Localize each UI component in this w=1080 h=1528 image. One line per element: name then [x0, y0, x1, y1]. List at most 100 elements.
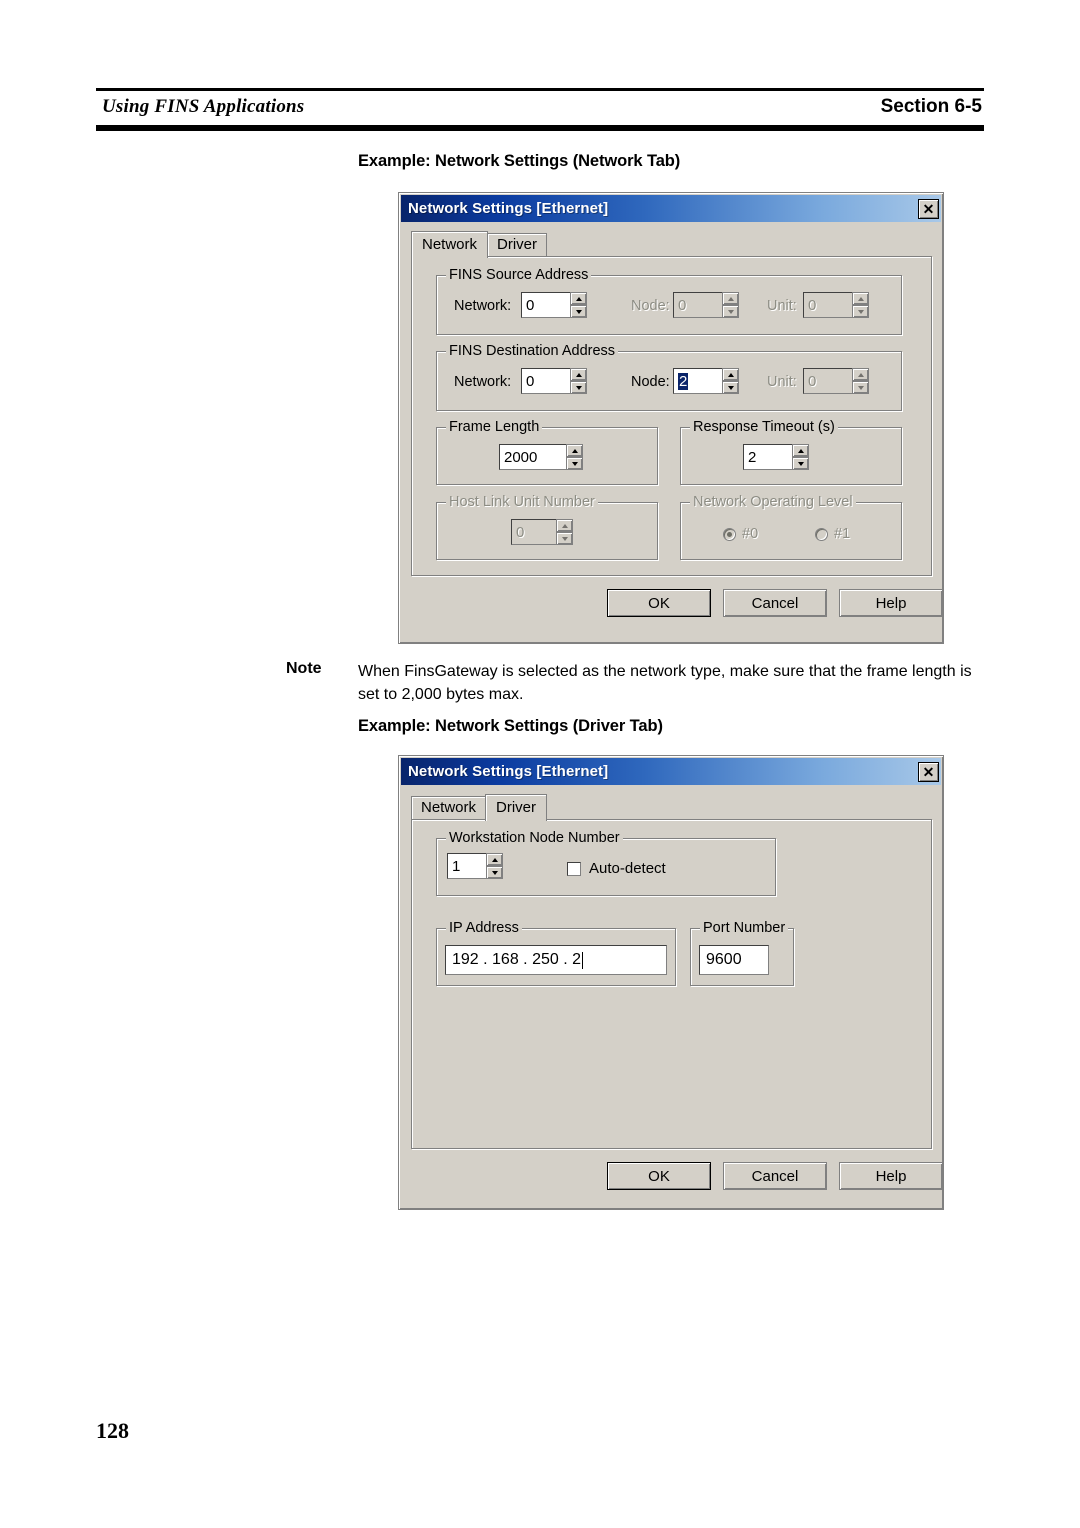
- header-row: Using FINS Applications Section 6-5: [96, 91, 984, 123]
- spinner-workstation-node-number-value[interactable]: 1: [447, 853, 486, 879]
- checkbox-unchecked-icon[interactable]: [567, 861, 581, 876]
- cancel-button[interactable]: Cancel: [723, 589, 827, 617]
- spin-down-icon[interactable]: [570, 305, 587, 318]
- input-port-number-value: 9600: [706, 951, 742, 968]
- spinner-frame-length-value[interactable]: 2000: [499, 444, 566, 470]
- spin-up-icon[interactable]: [722, 368, 739, 381]
- network-settings-dialog-network-tab: Network Settings [Ethernet] ✕ Network Dr…: [398, 192, 944, 644]
- label-source-network: Network:: [454, 298, 512, 314]
- spin-up-icon: [556, 519, 573, 532]
- group-frame-length: Frame Length 2000: [436, 419, 658, 485]
- spinner-destination-network[interactable]: 0: [521, 368, 587, 394]
- label-destination-unit: Unit:: [767, 374, 797, 390]
- spinner-source-unit-value: 0: [803, 292, 852, 318]
- radio-operating-level-0-label: #0: [742, 526, 759, 542]
- close-icon[interactable]: ✕: [918, 198, 939, 219]
- spinner-destination-unit-value: 0: [803, 368, 852, 394]
- spinner-destination-network-buttons: [570, 368, 587, 394]
- group-legend-host-link-unit-number: Host Link Unit Number: [446, 494, 598, 510]
- group-host-link-unit-number: Host Link Unit Number 0: [436, 494, 658, 560]
- checkbox-auto-detect[interactable]: Auto-detect: [567, 860, 666, 877]
- spinner-destination-node[interactable]: 2: [673, 368, 739, 394]
- spinner-host-link-unit-number-buttons: [556, 519, 573, 545]
- text-caret: [582, 951, 583, 969]
- running-head-left: Using FINS Applications: [102, 96, 305, 117]
- tab-network[interactable]: Network: [411, 796, 487, 819]
- spin-down-icon: [852, 381, 869, 394]
- spin-up-icon[interactable]: [570, 292, 587, 305]
- page-number: 128: [96, 1418, 129, 1443]
- group-legend-ip-address: IP Address: [446, 920, 522, 936]
- cancel-button[interactable]: Cancel: [723, 1162, 827, 1190]
- spin-down-icon[interactable]: [570, 381, 587, 394]
- note-block: Note When FinsGateway is selected as the…: [286, 660, 986, 706]
- dialog-buttons: OK Cancel Help: [607, 589, 943, 617]
- caption-network-tab: Example: Network Settings (Network Tab): [358, 152, 681, 170]
- group-legend-network-operating-level: Network Operating Level: [690, 494, 856, 510]
- spin-down-icon: [722, 305, 739, 318]
- spin-down-icon[interactable]: [722, 381, 739, 394]
- radio-operating-level-0: #0: [723, 526, 758, 542]
- help-button[interactable]: Help: [839, 1162, 943, 1190]
- spinner-response-timeout[interactable]: 2: [743, 444, 809, 470]
- spinner-source-unit-buttons: [852, 292, 869, 318]
- group-legend-response-timeout: Response Timeout (s): [690, 419, 838, 435]
- tab-driver[interactable]: Driver: [487, 233, 548, 256]
- checkbox-auto-detect-label: Auto-detect: [589, 860, 666, 877]
- spin-down-icon: [556, 532, 573, 545]
- spinner-source-unit: 0: [803, 292, 869, 318]
- spinner-host-link-unit-number: 0: [511, 519, 573, 545]
- tab-driver[interactable]: Driver: [485, 794, 548, 821]
- spinner-workstation-node-number[interactable]: 1: [447, 853, 503, 879]
- spin-down-icon[interactable]: [792, 457, 809, 470]
- group-legend-fins-destination-address: FINS Destination Address: [446, 343, 619, 359]
- group-fins-source-address: FINS Source Address Network: 0 Node: 0 U…: [436, 267, 902, 335]
- input-ip-address-value: 192 . 168 . 250 . 2: [452, 951, 581, 968]
- spin-up-icon: [852, 292, 869, 305]
- tab-network[interactable]: Network: [411, 231, 489, 258]
- group-fins-destination-address: FINS Destination Address Network: 0 Node…: [436, 343, 902, 411]
- tabstrip: Network Driver: [411, 794, 943, 821]
- spinner-frame-length-buttons: [566, 444, 583, 470]
- help-button[interactable]: Help: [839, 589, 943, 617]
- spinner-source-node-buttons: [722, 292, 739, 318]
- ok-button[interactable]: OK: [607, 1162, 711, 1190]
- spinner-destination-node-value[interactable]: 2: [673, 368, 722, 394]
- group-port-number: Port Number 9600: [690, 920, 794, 986]
- input-ip-address[interactable]: 192 . 168 . 250 . 2: [445, 945, 667, 975]
- note-text: When FinsGateway is selected as the netw…: [358, 663, 972, 704]
- spinner-destination-unit-buttons: [852, 368, 869, 394]
- note-label: Note: [286, 660, 322, 677]
- tabstrip: Network Driver: [411, 231, 943, 258]
- running-head-right: Section 6-5: [880, 96, 982, 117]
- titlebar-title: Network Settings [Ethernet]: [408, 763, 609, 780]
- spin-up-icon: [852, 368, 869, 381]
- label-destination-node: Node:: [631, 374, 670, 390]
- spinner-destination-unit: 0: [803, 368, 869, 394]
- label-source-unit: Unit:: [767, 298, 797, 314]
- group-legend-workstation-node-number: Workstation Node Number: [446, 830, 623, 846]
- group-workstation-node-number: Workstation Node Number 1 Auto-detect: [436, 830, 776, 896]
- radio-operating-level-1: #1: [815, 526, 850, 542]
- spin-up-icon[interactable]: [486, 853, 503, 866]
- spin-up-icon[interactable]: [566, 444, 583, 457]
- spinner-frame-length[interactable]: 2000: [499, 444, 583, 470]
- spinner-source-network-value[interactable]: 0: [521, 292, 570, 318]
- input-port-number[interactable]: 9600: [699, 945, 769, 975]
- close-icon[interactable]: ✕: [918, 761, 939, 782]
- spinner-response-timeout-value[interactable]: 2: [743, 444, 792, 470]
- spinner-destination-node-selected-text: 2: [678, 372, 689, 390]
- network-settings-dialog-driver-tab: Network Settings [Ethernet] ✕ Network Dr…: [398, 755, 944, 1210]
- ok-button[interactable]: OK: [607, 589, 711, 617]
- group-legend-frame-length: Frame Length: [446, 419, 543, 435]
- spinner-source-node-value: 0: [673, 292, 722, 318]
- label-source-node: Node:: [631, 298, 670, 314]
- spinner-destination-network-value[interactable]: 0: [521, 368, 570, 394]
- spinner-source-network[interactable]: 0: [521, 292, 587, 318]
- spin-down-icon[interactable]: [566, 457, 583, 470]
- radio-unselected-icon: [815, 527, 828, 541]
- spin-up-icon[interactable]: [792, 444, 809, 457]
- spin-up-icon[interactable]: [570, 368, 587, 381]
- radio-selected-icon: [723, 527, 736, 541]
- spin-down-icon[interactable]: [486, 866, 503, 879]
